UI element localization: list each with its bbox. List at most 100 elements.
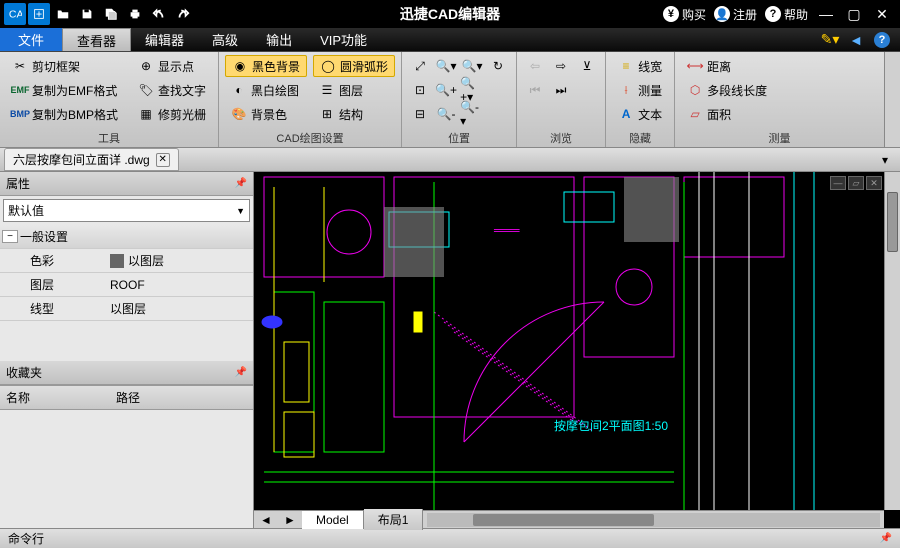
group-label-measure: 测量: [681, 128, 878, 146]
group-label-cad: CAD绘图设置: [225, 128, 395, 146]
about-icon[interactable]: ?: [872, 30, 892, 50]
measure-hide-button[interactable]: ⟊测量: [612, 79, 668, 101]
text-hide-button[interactable]: A文本: [612, 103, 668, 125]
black-bg-button[interactable]: ◉黑色背景: [225, 55, 307, 77]
bw-button[interactable]: ◐黑白绘图: [225, 79, 307, 101]
help-button[interactable]: ?帮助: [765, 6, 808, 23]
viewport-controls: — ▱ ✕: [830, 176, 882, 190]
redo-icon[interactable]: [172, 3, 194, 25]
zoom-btn[interactable]: 🔍▾: [434, 55, 458, 77]
ribbon-group-cad: ◉黑色背景 ◐黑白绘图 🎨背景色 ◯圆滑弧形 ☰图层 ⊞结构 CAD绘图设置: [219, 52, 402, 147]
prop-group-general[interactable]: −一般设置: [0, 225, 253, 249]
layer-button[interactable]: ☰图层: [313, 79, 395, 101]
arc-button[interactable]: ◯圆滑弧形: [313, 55, 395, 77]
menu-editor[interactable]: 编辑器: [131, 28, 198, 51]
horizontal-scrollbar[interactable]: [427, 513, 880, 527]
tab-layout1[interactable]: 布局1: [364, 509, 424, 530]
menu-viewer[interactable]: 查看器: [62, 28, 131, 51]
favorites-header: 收藏夹📌: [0, 361, 253, 385]
titlebar: CAD 迅捷CAD编辑器 ¥购买 👤注册 ?帮助 — ▢ ✕: [0, 0, 900, 28]
pos-btn-2[interactable]: ⊡: [408, 79, 432, 101]
lineweight-button[interactable]: ≡线宽: [612, 55, 668, 77]
blackbg-icon: ◉: [232, 58, 248, 74]
app-icon[interactable]: CAD: [4, 3, 26, 25]
ribbon-group-tools: ✂剪切框架 EMF复制为EMF格式 BMP复制为BMP格式 ⊕显示点 🏷查找文字…: [0, 52, 219, 147]
prop-row-color[interactable]: 色彩以图层: [0, 249, 253, 273]
drawing-canvas[interactable]: 按摩包间2平面图1:50 ═══ — ▱ ✕: [254, 172, 900, 528]
tab-model[interactable]: Model: [302, 511, 364, 529]
rotate-btn[interactable]: ↻: [486, 55, 510, 77]
zoomout-btn[interactable]: 🔍-: [434, 103, 458, 125]
nav-down[interactable]: ⊻: [575, 55, 599, 77]
close-doc-icon[interactable]: ✕: [156, 153, 170, 167]
arc-icon: ◯: [320, 58, 336, 74]
menu-file[interactable]: 文件: [0, 28, 62, 51]
tab-scroll-left[interactable]: ◄: [254, 509, 278, 531]
trim-icon: ▦: [138, 106, 154, 122]
trim-raster-button[interactable]: ▦修剪光栅: [132, 103, 212, 125]
nav-next[interactable]: ⇨: [549, 55, 573, 77]
command-bar[interactable]: 命令行 📌: [0, 528, 900, 548]
prop-row-linetype[interactable]: 线型以图层: [0, 297, 253, 321]
nav-first[interactable]: ⏮: [523, 79, 547, 101]
bmp-icon: BMP: [12, 106, 28, 122]
save-icon[interactable]: [76, 3, 98, 25]
show-points-button[interactable]: ⊕显示点: [132, 55, 212, 77]
find-text-button[interactable]: 🏷查找文字: [132, 79, 212, 101]
document-tab[interactable]: 六层按摩包间立面详 .dwg ✕: [4, 148, 179, 171]
zoomin2-btn[interactable]: 🔍+▾: [460, 79, 484, 101]
poly-icon: ⬡: [687, 82, 703, 98]
buy-button[interactable]: ¥购买: [663, 6, 706, 23]
area-button[interactable]: ▱面积: [681, 103, 878, 125]
close-button[interactable]: ✕: [872, 4, 892, 24]
doc-menu-button[interactable]: ▾: [876, 149, 900, 171]
default-dropdown[interactable]: 默认值▼: [3, 199, 250, 222]
pen-icon[interactable]: ✎▾: [820, 30, 840, 50]
menu-advanced[interactable]: 高级: [198, 28, 252, 51]
pin-icon[interactable]: 📌: [235, 367, 247, 378]
struct-button[interactable]: ⊞结构: [313, 103, 395, 125]
print-icon[interactable]: [124, 3, 146, 25]
polylen-button[interactable]: ⬡多段线长度: [681, 79, 878, 101]
undo-icon[interactable]: [148, 3, 170, 25]
pos-btn-1[interactable]: ⤢: [408, 55, 432, 77]
zoom2-btn[interactable]: 🔍▾: [460, 55, 484, 77]
vertical-scrollbar[interactable]: [884, 172, 900, 510]
tab-scroll-right[interactable]: ►: [278, 509, 302, 531]
emf-icon: EMF: [12, 82, 28, 98]
menu-output[interactable]: 输出: [252, 28, 306, 51]
crop-frame-button[interactable]: ✂剪切框架: [6, 55, 124, 77]
menu-vip[interactable]: VIP功能: [306, 28, 381, 51]
open-icon[interactable]: [52, 3, 74, 25]
collapse-icon[interactable]: −: [2, 230, 18, 243]
new-icon[interactable]: [28, 3, 50, 25]
ribbon-group-position: ⤢ ⊡ ⊟ 🔍▾ 🔍+ 🔍- 🔍▾ 🔍+▾ 🔍-▾ ↻ 位置: [402, 52, 517, 147]
distance-button[interactable]: ⟷距离: [681, 55, 878, 77]
col-path: 路径: [116, 389, 140, 406]
minimize-button[interactable]: —: [816, 4, 836, 24]
register-button[interactable]: 👤注册: [714, 6, 757, 23]
pin-icon[interactable]: 📌: [880, 533, 892, 544]
pos-btn-3[interactable]: ⊟: [408, 103, 432, 125]
back-icon[interactable]: ◄: [846, 30, 866, 50]
pin-icon[interactable]: 📌: [235, 178, 247, 189]
search-icon: 🏷: [138, 82, 154, 98]
zoomout2-btn[interactable]: 🔍-▾: [460, 103, 484, 125]
vp-min-icon[interactable]: —: [830, 176, 846, 190]
ribbon-scroll[interactable]: [884, 52, 900, 147]
vp-max-icon[interactable]: ▱: [848, 176, 864, 190]
vp-close-icon[interactable]: ✕: [866, 176, 882, 190]
copy-emf-button[interactable]: EMF复制为EMF格式: [6, 79, 124, 101]
saveall-icon[interactable]: [100, 3, 122, 25]
drawing-label: 按摩包间2平面图1:50: [554, 418, 668, 433]
workarea: 属性📌 默认值▼ −一般设置 色彩以图层 图层ROOF 线型以图层 收藏夹📌 名…: [0, 172, 900, 528]
copy-bmp-button[interactable]: BMP复制为BMP格式: [6, 103, 124, 125]
zoomin-btn[interactable]: 🔍+: [434, 79, 458, 101]
favorites-columns: 名称 路径: [0, 385, 253, 410]
bgcolor-button[interactable]: 🎨背景色: [225, 103, 307, 125]
maximize-button[interactable]: ▢: [844, 4, 864, 24]
nav-prev[interactable]: ⇦: [523, 55, 547, 77]
ruler-icon: ⟊: [618, 82, 634, 98]
nav-last[interactable]: ⏭: [549, 79, 573, 101]
prop-row-layer[interactable]: 图层ROOF: [0, 273, 253, 297]
